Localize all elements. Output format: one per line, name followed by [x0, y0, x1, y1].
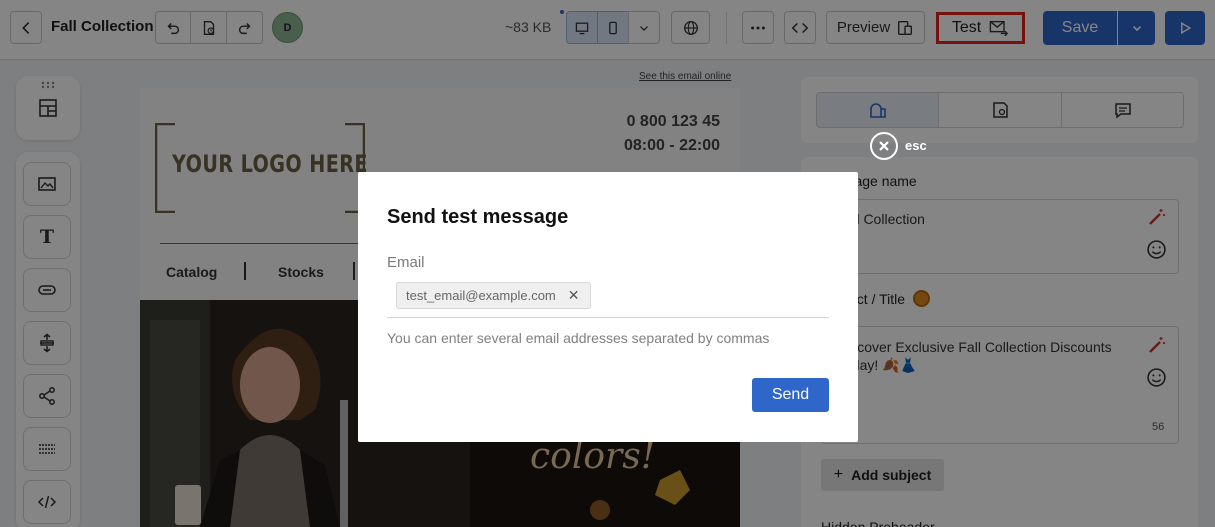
close-icon: [879, 141, 889, 151]
esc-hint: esc: [905, 138, 927, 153]
close-modal-button[interactable]: [870, 132, 898, 160]
email-label: Email: [387, 254, 425, 271]
email-hint: You can enter several email addresses se…: [387, 330, 770, 346]
email-chip-value: test_email@example.com: [406, 288, 556, 303]
input-underline: [387, 317, 829, 318]
modal-title: Send test message: [387, 206, 569, 228]
email-chip: test_email@example.com ✕: [396, 282, 591, 309]
send-test-modal: Send test message Email test_email@examp…: [358, 172, 858, 442]
remove-chip-icon[interactable]: ✕: [568, 287, 580, 304]
send-button[interactable]: Send: [752, 378, 829, 412]
